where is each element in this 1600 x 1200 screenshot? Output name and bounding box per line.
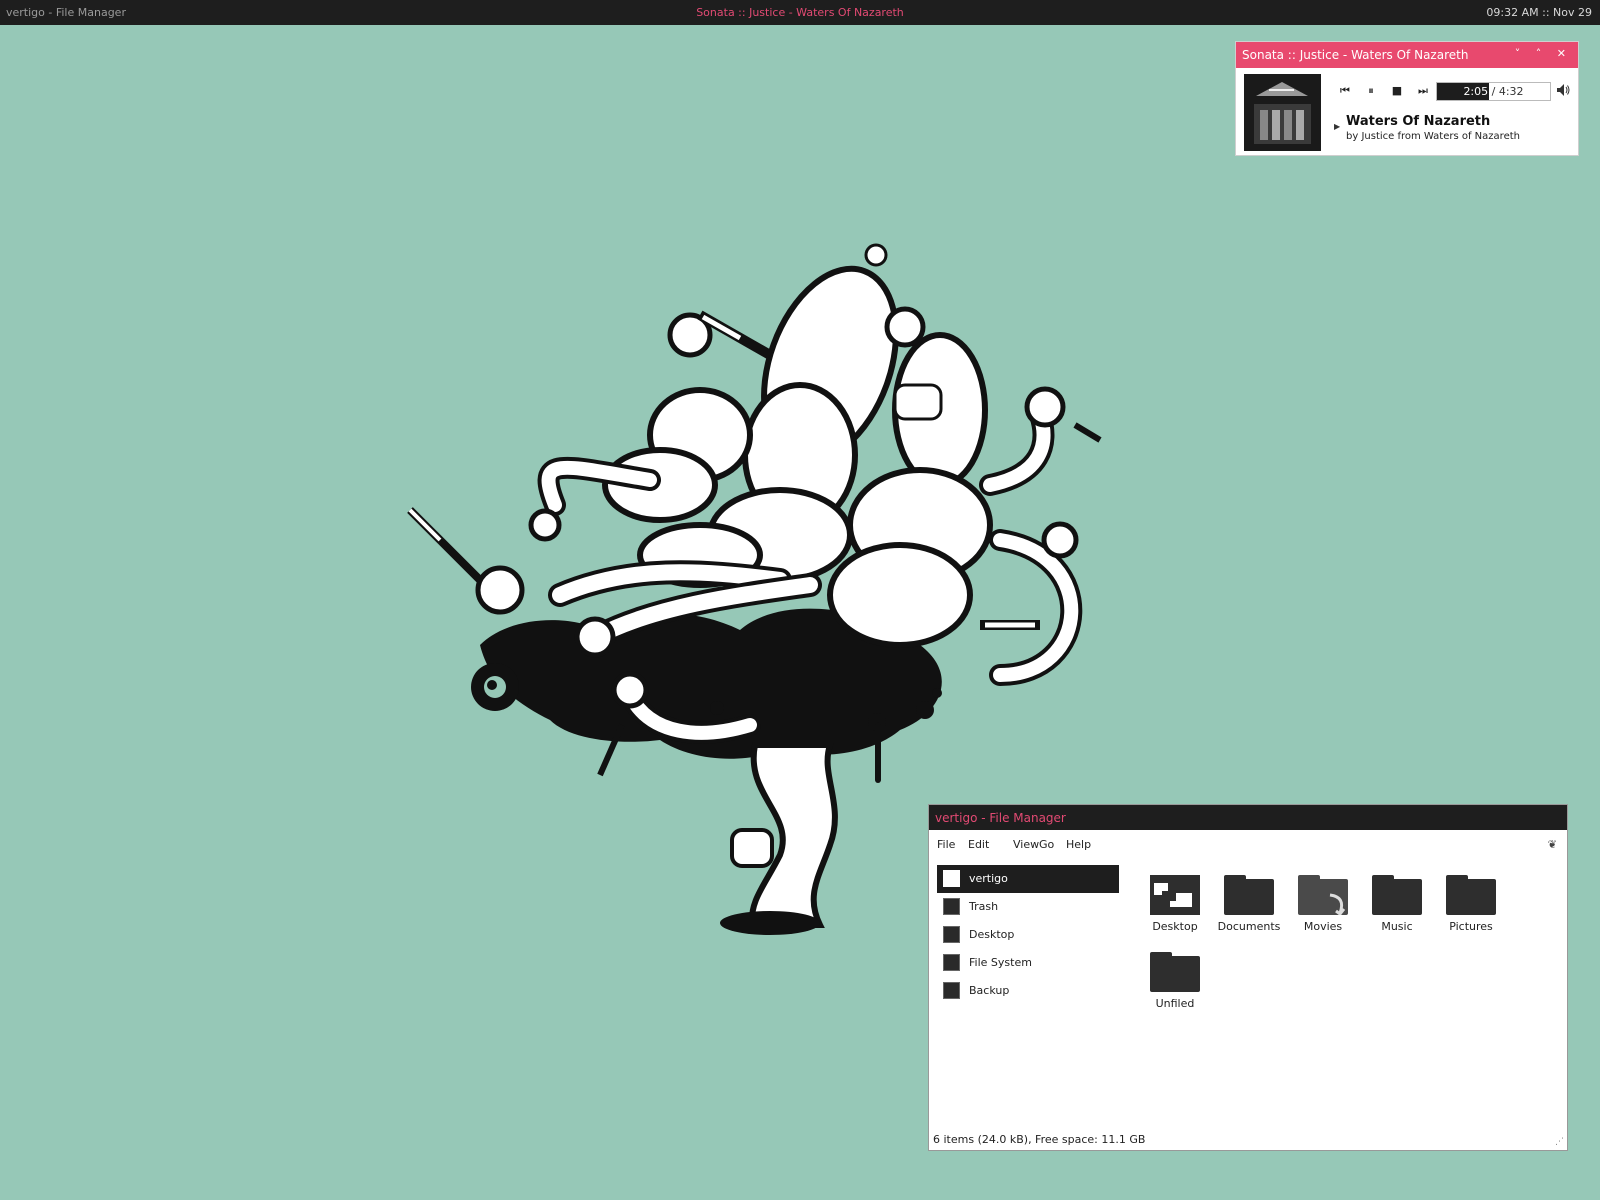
menubar: File Edit View Go Help ❦ xyxy=(929,830,1567,858)
file-item-movies[interactable]: Movies xyxy=(1287,875,1359,933)
symlink-folder-icon xyxy=(1298,875,1348,915)
menu-view[interactable]: View xyxy=(1013,838,1039,851)
window-controls[interactable]: ˅ ˄ ✕ xyxy=(1515,47,1572,60)
file-manager-titlebar[interactable]: vertigo - File Manager xyxy=(929,805,1567,830)
now-playing-title: Sonata :: Justice - Waters Of Nazareth xyxy=(696,6,904,19)
sidebar-item-label: File System xyxy=(969,956,1032,969)
status-bar: 6 items (24.0 kB), Free space: 11.1 GB xyxy=(933,1133,1146,1146)
desktop-icon xyxy=(943,926,960,943)
top-panel: vertigo - File Manager Sonata :: Justice… xyxy=(0,0,1600,25)
sonata-titlebar[interactable]: Sonata :: Justice - Waters Of Nazareth ˅… xyxy=(1236,42,1578,68)
elapsed-time: 2:05 xyxy=(1463,85,1489,98)
expander-arrow-icon[interactable]: ▶ xyxy=(1334,122,1340,131)
folder-icon xyxy=(1446,875,1496,915)
song-byline: by Justice from Waters of Nazareth xyxy=(1346,131,1520,142)
home-icon xyxy=(943,870,960,887)
volume-icon[interactable] xyxy=(1554,82,1572,100)
progress-bar[interactable]: 2:05 / 4:32 xyxy=(1436,82,1551,101)
sidebar-item-file-system[interactable]: File System xyxy=(937,949,1119,977)
sidebar-item-label: Desktop xyxy=(969,928,1015,941)
desktop-folder-icon xyxy=(1150,875,1200,915)
file-item-music[interactable]: Music xyxy=(1361,875,1433,933)
stop-icon[interactable]: ■ xyxy=(1388,82,1406,100)
sidebar-item-backup[interactable]: Backup xyxy=(937,977,1119,1005)
sidebar-item-label: Backup xyxy=(969,984,1010,997)
trash-icon xyxy=(943,898,960,915)
sidebar-item-vertigo[interactable]: vertigo xyxy=(937,865,1119,893)
menu-help[interactable]: Help xyxy=(1066,838,1091,851)
menu-file[interactable]: File xyxy=(937,838,955,851)
sidebar-item-desktop[interactable]: Desktop xyxy=(937,921,1119,949)
folder-icon xyxy=(1224,875,1274,915)
folder-icon xyxy=(1372,875,1422,915)
menu-edit[interactable]: Edit xyxy=(968,838,989,851)
drive-icon xyxy=(943,954,960,971)
resize-grip-icon[interactable]: ⋰ xyxy=(1555,1137,1564,1147)
sidebar-item-label: vertigo xyxy=(969,872,1008,885)
file-item-desktop[interactable]: Desktop xyxy=(1139,875,1211,933)
menu-go[interactable]: Go xyxy=(1039,838,1054,851)
file-manager-window: vertigo - File Manager File Edit View Go… xyxy=(928,804,1568,1151)
next-track-icon[interactable]: ⏭ xyxy=(1414,82,1432,100)
folder-icon xyxy=(1150,952,1200,992)
sonata-window: Sonata :: Justice - Waters Of Nazareth ˅… xyxy=(1235,41,1579,156)
clock: 09:32 AM :: Nov 29 xyxy=(1486,6,1592,19)
file-item-unfiled[interactable]: Unfiled xyxy=(1139,952,1211,1010)
progress-time: 2:05 / 4:32 xyxy=(1437,85,1550,98)
file-label: Desktop xyxy=(1152,920,1198,933)
sidebar-item-trash[interactable]: Trash xyxy=(937,893,1119,921)
file-label: Pictures xyxy=(1449,920,1493,933)
file-item-documents[interactable]: Documents xyxy=(1213,875,1285,933)
file-label: Unfiled xyxy=(1155,997,1195,1010)
previous-track-icon[interactable]: ⏮ xyxy=(1336,82,1354,100)
song-title: Waters Of Nazareth xyxy=(1346,114,1491,129)
file-label: Movies xyxy=(1303,920,1343,933)
file-label: Documents xyxy=(1217,920,1281,933)
sidebar: vertigo Trash Desktop File System Backup xyxy=(937,865,1119,1005)
total-time: / 4:32 xyxy=(1491,85,1524,98)
file-item-pictures[interactable]: Pictures xyxy=(1435,875,1507,933)
removable-drive-icon xyxy=(943,982,960,999)
pause-icon[interactable]: ⏸ xyxy=(1362,82,1380,100)
sonata-window-title: Sonata :: Justice - Waters Of Nazareth xyxy=(1242,48,1469,62)
album-art[interactable] xyxy=(1244,74,1321,151)
file-manager-title: vertigo - File Manager xyxy=(935,811,1066,825)
playback-controls: ⏮ ⏸ ■ ⏭ 2:05 / 4:32 xyxy=(1336,82,1572,102)
throbber-icon: ❦ xyxy=(1547,838,1557,851)
file-label: Music xyxy=(1381,920,1413,933)
sidebar-item-label: Trash xyxy=(969,900,999,913)
